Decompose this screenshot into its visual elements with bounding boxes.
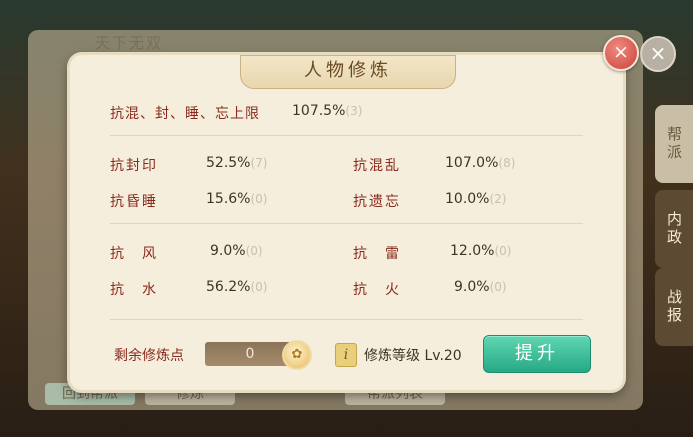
stat-label-fire: 抗 火 — [353, 282, 401, 298]
cultivation-level-label: 修炼等级 Lv.20 — [364, 348, 462, 364]
stat-value-thunder: 12.0%(0) — [450, 243, 512, 259]
divider — [110, 319, 583, 320]
stat-value-forget: 10.0%(2) — [445, 191, 507, 207]
stat-label-seal: 抗封印 — [110, 158, 158, 174]
stat-label-wind: 抗 风 — [110, 246, 158, 262]
divider — [110, 135, 583, 136]
character-cultivation-dialog: 人物修炼 抗混、封、睡、忘上限 107.5%(3) 抗封印 52.5%(7) 抗… — [70, 55, 623, 390]
stat-value-chaos: 107.0%(8) — [445, 155, 516, 171]
close-icon[interactable]: × — [603, 35, 639, 71]
stat-label-forget: 抗遗忘 — [353, 194, 401, 210]
stat-label-water: 抗 水 — [110, 282, 158, 298]
background-close-icon[interactable]: × — [640, 36, 676, 72]
info-icon[interactable]: i — [335, 343, 357, 367]
stat-label-chaos: 抗混乱 — [353, 158, 401, 174]
side-tab-internal-affairs[interactable]: 内政 — [655, 190, 693, 268]
stat-value-seal: 52.5%(7) — [206, 155, 268, 171]
remaining-points-label: 剩余修炼点 — [114, 348, 184, 364]
divider — [110, 223, 583, 224]
stat-value-wind: 9.0%(0) — [210, 243, 263, 259]
stat-label-sleep: 抗昏睡 — [110, 194, 158, 210]
dialog-title: 人物修炼 — [240, 55, 456, 89]
limit-label: 抗混、封、睡、忘上限 — [110, 106, 260, 122]
stat-value-water: 56.2%(0) — [206, 279, 268, 295]
side-tab-battle-report[interactable]: 战报 — [655, 268, 693, 346]
upgrade-button[interactable]: 提升 — [483, 335, 591, 373]
add-points-icon[interactable]: ✿ — [282, 340, 312, 370]
stat-value-sleep: 15.6%(0) — [206, 191, 268, 207]
stat-value-fire: 9.0%(0) — [454, 279, 507, 295]
side-tab-guild[interactable]: 帮派 — [655, 105, 693, 183]
background-panel-title: 天下无双 — [95, 34, 164, 52]
limit-value: 107.5%(3) — [292, 103, 363, 119]
stat-label-thunder: 抗 雷 — [353, 246, 401, 262]
